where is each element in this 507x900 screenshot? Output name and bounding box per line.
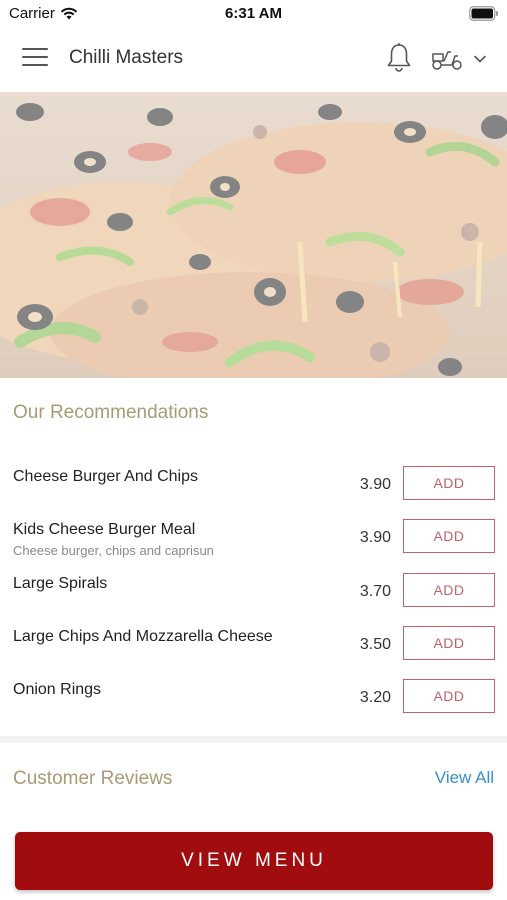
item-description: Cheese burger, chips and caprisun: [13, 543, 214, 558]
battery-icon: [469, 6, 498, 21]
add-button[interactable]: ADD: [403, 519, 495, 553]
hero-overlay: [0, 92, 507, 378]
bell-icon[interactable]: [384, 42, 414, 74]
item-price: 3.70: [359, 583, 391, 600]
view-menu-button[interactable]: VIEW MENU: [15, 832, 493, 890]
list-item: Kids Cheese Burger Meal Cheese burger, c…: [0, 519, 507, 573]
app-header: Chilli Masters: [0, 28, 507, 92]
page-title: Chilli Masters: [69, 47, 184, 68]
list-item: Cheese Burger And Chips 3.90 ADD: [0, 466, 507, 520]
list-item: Onion Rings 3.20 ADD: [0, 679, 507, 733]
reviews-title: Customer Reviews: [13, 768, 173, 789]
delivery-scooter-icon[interactable]: [430, 46, 464, 72]
recommendations-title: Our Recommendations: [13, 402, 209, 423]
item-name: Cheese Burger And Chips: [13, 468, 198, 485]
item-name: Large Spirals: [13, 575, 108, 592]
status-bar: Carrier 6:31 AM: [0, 0, 507, 28]
item-price: 3.20: [359, 689, 391, 706]
item-name: Onion Rings: [13, 681, 102, 698]
hero-pizza-image: [0, 92, 507, 378]
hamburger-menu-icon[interactable]: [22, 48, 48, 70]
item-name: Kids Cheese Burger Meal: [13, 521, 196, 538]
chevron-down-icon[interactable]: [472, 52, 488, 66]
list-item: Large Spirals 3.70 ADD: [0, 573, 507, 627]
item-name: Large Chips And Mozzarella Cheese: [13, 628, 273, 645]
section-divider: [0, 736, 507, 743]
list-item: Large Chips And Mozzarella Cheese 3.50 A…: [0, 626, 507, 680]
add-button[interactable]: ADD: [403, 626, 495, 660]
add-button[interactable]: ADD: [403, 573, 495, 607]
view-all-reviews-link[interactable]: View All: [435, 768, 494, 788]
item-price: 3.50: [359, 636, 391, 653]
status-time: 6:31 AM: [225, 5, 282, 22]
add-button[interactable]: ADD: [403, 466, 495, 500]
item-price: 3.90: [359, 476, 391, 493]
add-button[interactable]: ADD: [403, 679, 495, 713]
item-price: 3.90: [359, 529, 391, 546]
